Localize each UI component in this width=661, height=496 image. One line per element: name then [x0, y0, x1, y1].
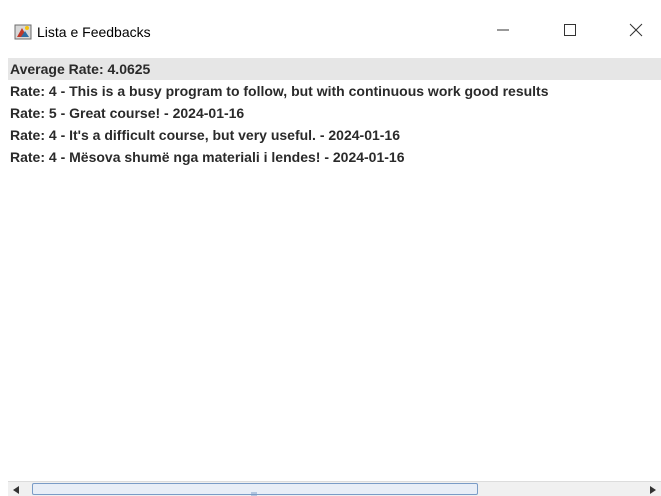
- scroll-left-button[interactable]: [8, 482, 24, 496]
- window-title: Lista e Feedbacks: [37, 24, 151, 40]
- horizontal-scrollbar[interactable]: [8, 481, 661, 496]
- list-item[interactable]: Rate: 4 - Mësova shumë nga materiali i l…: [8, 146, 661, 168]
- minimize-icon: [497, 23, 509, 41]
- list-item[interactable]: Rate: 5 - Great course! - 2024-01-16: [8, 102, 661, 124]
- average-rate-item[interactable]: Average Rate: 4.0625: [8, 58, 661, 80]
- title-bar[interactable]: Lista e Feedbacks: [0, 0, 661, 55]
- arrow-right-icon: [650, 481, 656, 496]
- minimize-button[interactable]: [480, 12, 526, 52]
- feedback-list[interactable]: Average Rate: 4.0625 Rate: 4 - This is a…: [8, 58, 661, 478]
- scroll-right-button[interactable]: [645, 482, 661, 496]
- close-icon: [629, 23, 643, 42]
- java-app-icon: [14, 23, 32, 41]
- grip-icon: [251, 486, 257, 496]
- list-item[interactable]: Rate: 4 - It's a difficult course, but v…: [8, 124, 661, 146]
- maximize-button[interactable]: [547, 12, 593, 52]
- feedback-window: Lista e Feedbacks Average Rate: 4.0625 R…: [0, 0, 661, 496]
- close-button[interactable]: [613, 12, 659, 52]
- scroll-thumb[interactable]: [32, 483, 478, 496]
- arrow-left-icon: [13, 481, 19, 496]
- maximize-icon: [564, 23, 576, 41]
- list-item[interactable]: Rate: 4 - This is a busy program to foll…: [8, 80, 661, 102]
